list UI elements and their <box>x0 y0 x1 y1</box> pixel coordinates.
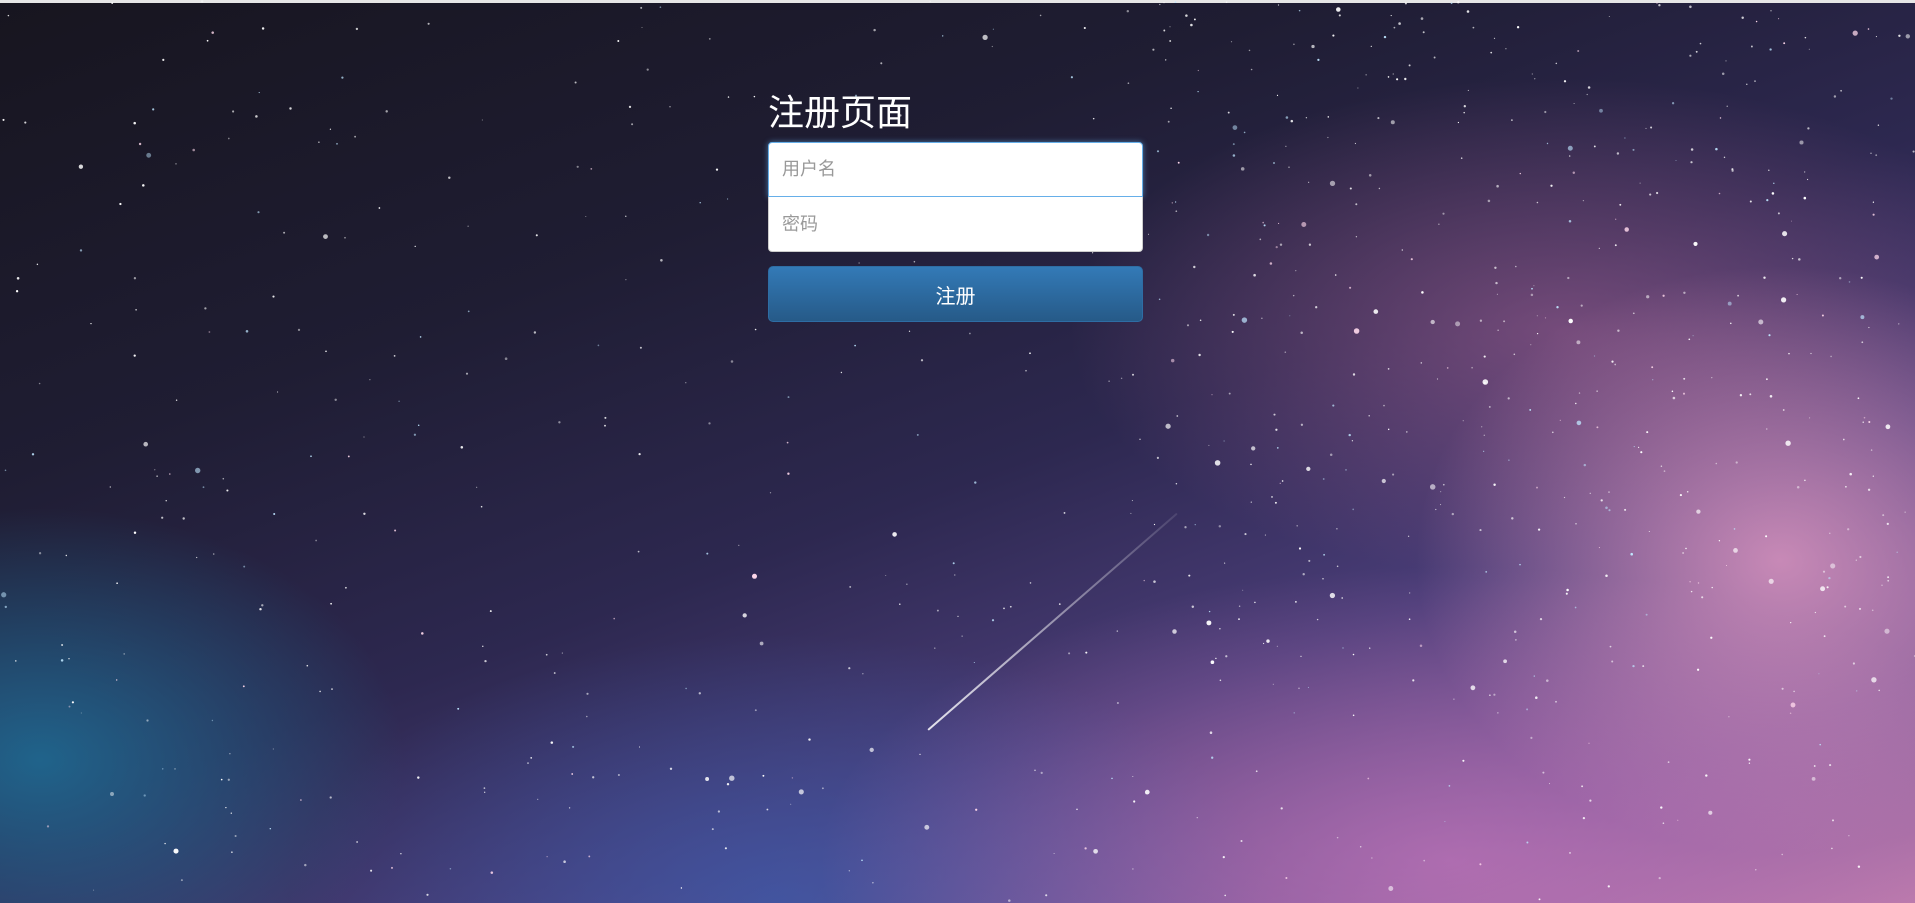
password-input[interactable] <box>768 197 1143 252</box>
register-button[interactable]: 注册 <box>768 266 1143 322</box>
username-input[interactable] <box>768 142 1143 197</box>
page-title: 注册页面 <box>768 93 913 134</box>
page: 注册页面 注册 <box>0 0 1915 903</box>
register-form: 注册页面 注册 <box>768 92 1143 322</box>
